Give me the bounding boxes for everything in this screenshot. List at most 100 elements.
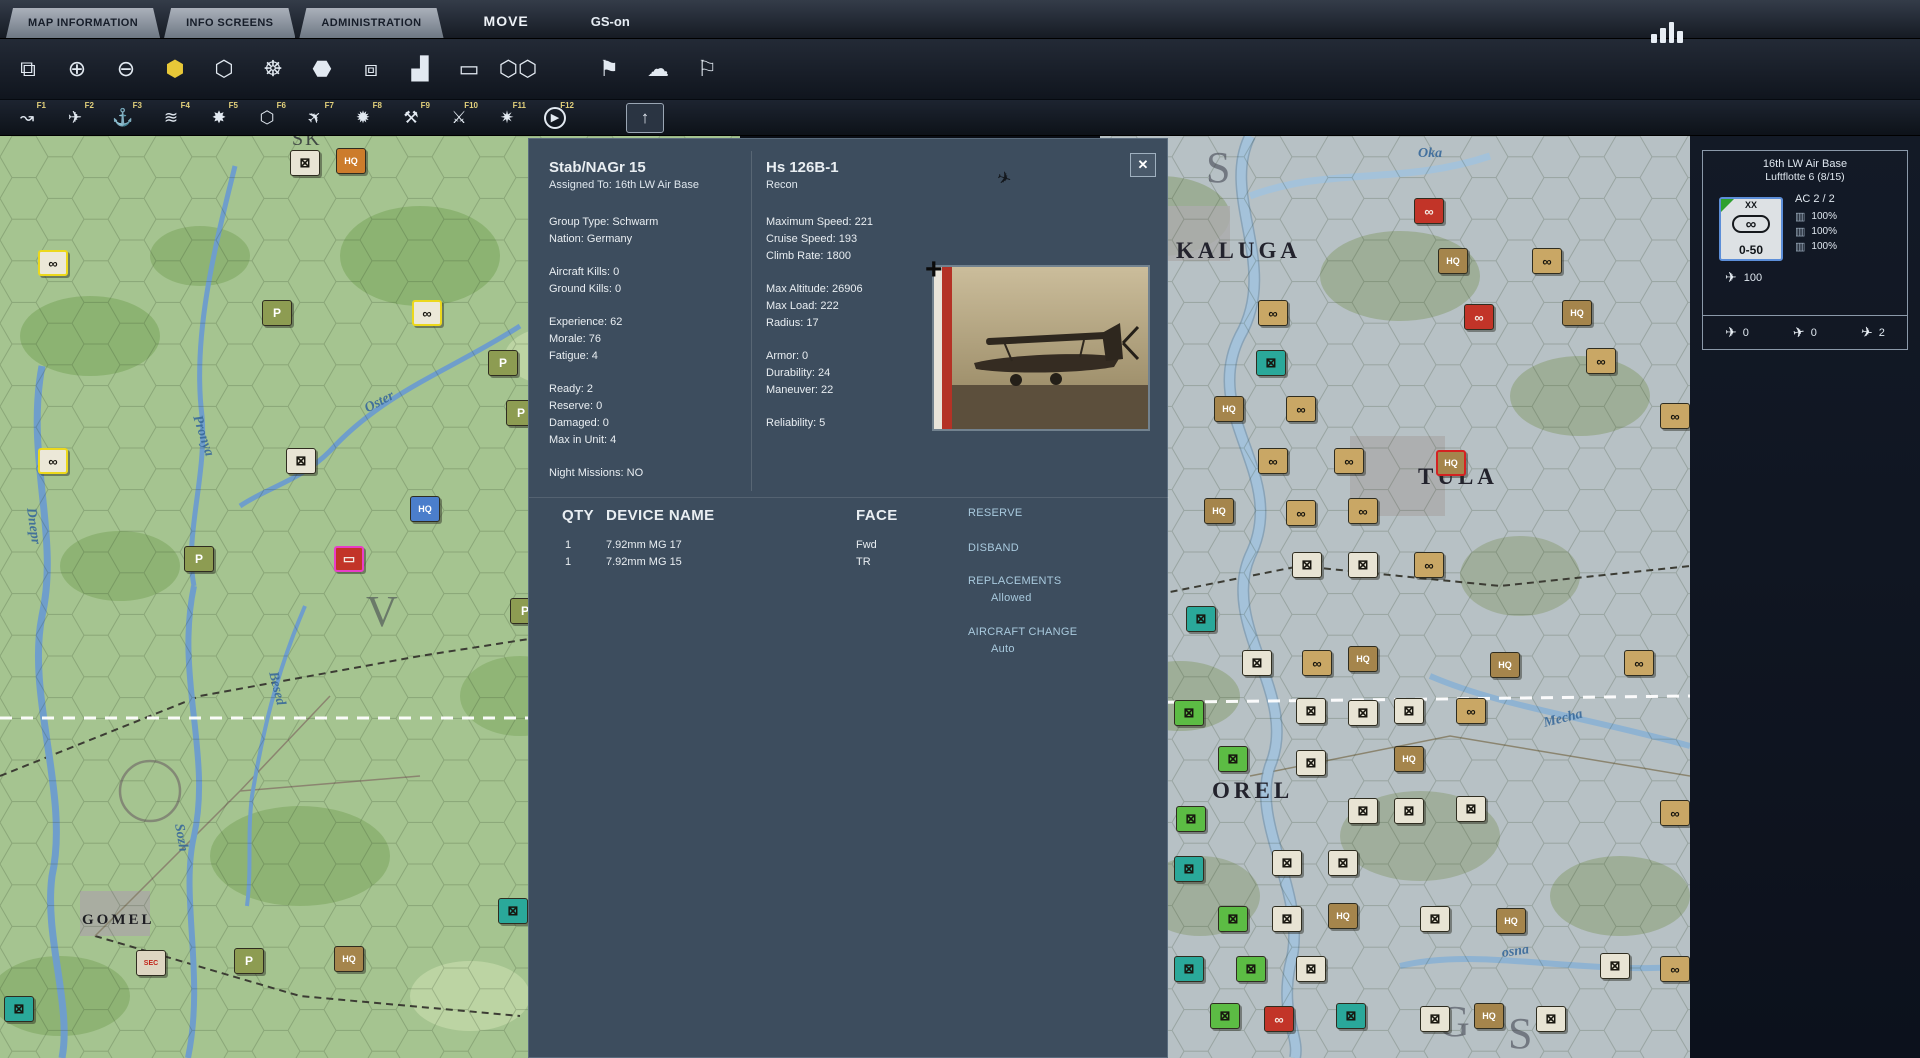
motorized-counter[interactable]: ∞ [1456,698,1486,724]
motorized-counter[interactable]: ∞ [1334,448,1364,474]
hq-counter[interactable]: HQ [1562,300,1592,326]
infantry-counter[interactable]: ⊠ [286,448,316,474]
terrain-icon[interactable]: ⬡F6 [248,103,286,133]
map-east[interactable] [1100,136,1690,1058]
infantry-counter[interactable]: ⊠ [1242,650,1272,676]
hq-counter[interactable]: HQ [1348,646,1378,672]
motorized-counter[interactable]: ∞ [1660,403,1690,429]
hq-counter[interactable]: HQ [1328,903,1358,929]
device-row[interactable]: 17.92mm MG 17Fwd [562,537,877,554]
infantry-counter[interactable]: ⊠ [1348,552,1378,578]
weather-icon[interactable]: ☁ [638,48,678,90]
infantry-counter[interactable]: ⊠ [1272,850,1302,876]
hq-counter[interactable]: HQ [1438,248,1468,274]
infantry-counter[interactable]: ⊠ [1536,1006,1566,1032]
motorized-counter[interactable]: ∞ [1286,396,1316,422]
up-level-icon[interactable]: ↑ [626,103,664,133]
bombing-icon[interactable]: ✹F8 [344,103,382,133]
green-unit-counter[interactable]: ⊠ [1218,746,1248,772]
air-strike-icon[interactable]: ✷F11 [488,103,526,133]
infantry-counter[interactable]: ⊠ [1420,1006,1450,1032]
police-counter[interactable]: P [488,350,518,376]
hex-filter-icon[interactable]: ⬢ [155,48,195,90]
infantry-counter[interactable]: ⊠ [1292,552,1322,578]
infantry-counter[interactable]: ⊠ [290,150,320,176]
green-unit-counter[interactable]: ⊠ [1210,1003,1240,1029]
teal-unit-counter[interactable]: ⊠ [1174,856,1204,882]
hq-counter[interactable]: HQ [1394,746,1424,772]
teal-unit-counter[interactable]: ⊠ [4,996,34,1022]
flak-icon[interactable]: ✸F5 [200,103,238,133]
infantry-counter[interactable]: ⊠ [1328,850,1358,876]
red-armor-counter[interactable]: ∞ [1464,304,1494,330]
selected-recon-counter[interactable]: ∞ [38,250,68,276]
hq-counter[interactable]: HQ [1496,908,1526,934]
mode-label[interactable]: MOVE [484,13,529,29]
menu-tab-info-screens[interactable]: INFO SCREENS [164,8,295,38]
motorized-counter[interactable]: ∞ [1532,248,1562,274]
hex-pair-icon[interactable]: ⬡⬡ [498,48,538,90]
counters-icon[interactable]: ⧈ [351,48,391,90]
infantry-counter[interactable]: ⊠ [1348,798,1378,824]
air-directive-icon[interactable]: ↝F1 [8,103,46,133]
motorized-counter[interactable]: ∞ [1258,300,1288,326]
naval-icon[interactable]: ⚓F3 [104,103,142,133]
menu-tab-map-information[interactable]: MAP INFORMATION [6,8,160,38]
red-armor-counter[interactable]: ∞ [1264,1006,1294,1032]
motorized-counter[interactable]: ∞ [1286,500,1316,526]
air-recon-icon[interactable]: ✈F7 [296,103,334,133]
motorized-counter[interactable]: ∞ [1348,498,1378,524]
replacements-value[interactable]: Allowed [991,592,1032,604]
hex-mode-icon[interactable]: ⬣ [302,48,342,90]
motorized-counter[interactable]: ∞ [1258,448,1288,474]
hq-counter-orange[interactable]: HQ [336,148,366,174]
motorized-counter[interactable]: ∞ [1624,650,1654,676]
flag-icon[interactable]: ⚑ [589,48,629,90]
white-flag-icon[interactable]: ⚐ [687,48,727,90]
reserve-action[interactable]: RESERVE [968,507,1022,519]
motorized-counter[interactable]: ∞ [1660,956,1690,982]
teal-unit-counter[interactable]: ⊠ [1174,956,1204,982]
motorized-counter[interactable]: ∞ [1586,348,1616,374]
settings-icon[interactable]: ☸ [253,48,293,90]
teal-unit-counter[interactable]: ⊠ [1186,606,1216,632]
ground-support-icon[interactable]: ✈F2 [56,103,94,133]
selected-recon-counter[interactable]: ∞ [38,448,68,474]
infantry-counter[interactable]: ⊠ [1272,906,1302,932]
selected-red-counter[interactable]: ▭ [334,546,364,572]
repair-icon[interactable]: ⚒F9 [392,103,430,133]
column-chart-icon[interactable]: ▟ [400,48,440,90]
police-counter[interactable]: P [184,546,214,572]
infantry-counter[interactable]: ⊠ [1394,798,1424,824]
aircraft-change-value[interactable]: Auto [991,643,1015,655]
police-counter[interactable]: P [234,948,264,974]
teal-unit-counter[interactable]: ⊠ [1336,1003,1366,1029]
infantry-counter[interactable]: ⊠ [1600,953,1630,979]
motorized-counter[interactable]: ∞ [1302,650,1332,676]
green-unit-counter[interactable]: ⊠ [1236,956,1266,982]
hq-counter[interactable]: HQ [1474,1003,1504,1029]
infantry-counter[interactable]: ⊠ [1348,700,1378,726]
hq-counter-alert[interactable]: HQ [1436,450,1466,476]
menu-tab-administration[interactable]: ADMINISTRATION [299,8,443,38]
commanders-report-icon[interactable] [1648,16,1686,46]
teal-unit-counter[interactable]: ⊠ [498,898,528,924]
zoom-in-icon[interactable]: ⊕ [57,48,97,90]
infantry-counter[interactable]: ⊠ [1296,956,1326,982]
hq-counter[interactable]: HQ [1214,396,1244,422]
infantry-counter[interactable]: ⊠ [1456,796,1486,822]
sea-transport-icon[interactable]: ≋F4 [152,103,190,133]
infantry-counter[interactable]: ⊠ [1296,698,1326,724]
teal-unit-counter[interactable]: ⊠ [1256,350,1286,376]
hq-counter[interactable]: HQ [1490,652,1520,678]
hq-counter[interactable]: HQ [334,946,364,972]
green-unit-counter[interactable]: ⊠ [1218,906,1248,932]
frame-icon[interactable]: ▭ [449,48,489,90]
infantry-counter[interactable]: ⊠ [1394,698,1424,724]
security-counter[interactable]: SEC [136,950,166,976]
green-unit-counter[interactable]: ⊠ [1174,700,1204,726]
replacements-action[interactable]: REPLACEMENTS [968,575,1061,587]
motorized-counter[interactable]: ∞ [1414,552,1444,578]
next-phase-icon[interactable]: ▶F12 [536,103,574,133]
disband-action[interactable]: DISBAND [968,542,1019,554]
